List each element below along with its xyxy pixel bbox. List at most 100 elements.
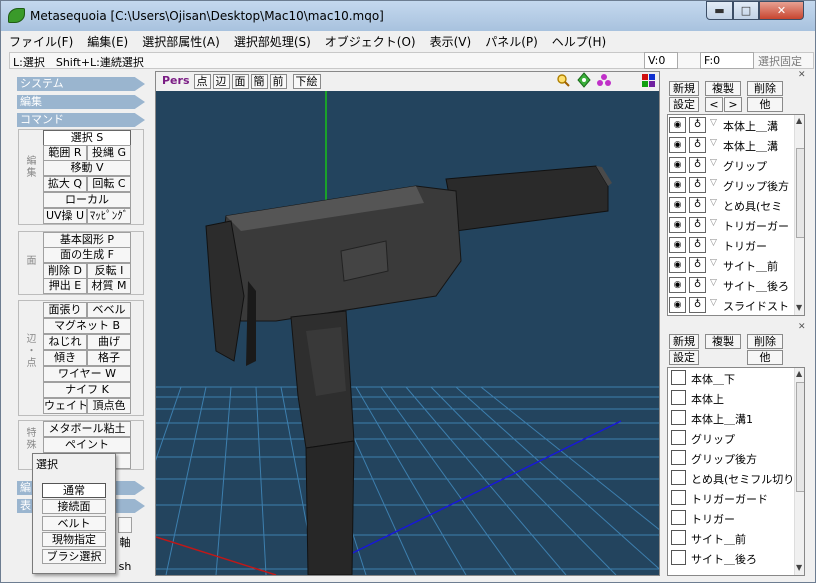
material-delete-button[interactable]: 削除 (747, 334, 783, 349)
lock-icon[interactable]: ♁ (689, 257, 706, 273)
scene-canvas[interactable] (156, 91, 659, 575)
menu-help[interactable]: ヘルプ(H) (545, 33, 613, 50)
material-list-scrollbar[interactable]: ▲ ▼ (794, 368, 804, 575)
rotate-view-icon[interactable] (597, 74, 611, 86)
select-mode-normal[interactable]: 通常 (42, 483, 106, 498)
material-row[interactable]: 本体上＿溝1 (668, 408, 795, 428)
minimize-button[interactable]: ▬ (706, 1, 733, 20)
visibility-eye-icon[interactable]: ◉ (669, 117, 686, 133)
select-mode-connected[interactable]: 接続面 (42, 499, 106, 514)
mapping-command-button[interactable]: ﾏｯﾋﾟﾝｸﾞ (87, 208, 131, 224)
material-row[interactable]: 本体上 (668, 388, 795, 408)
material-row[interactable]: とめ具(セミフル切り (668, 468, 795, 488)
perspective-label[interactable]: Pers (160, 74, 192, 89)
object-next-button[interactable]: > (724, 97, 742, 112)
expand-triangle-icon[interactable]: ▽ (710, 238, 717, 248)
material-checkbox[interactable] (671, 530, 686, 545)
underlay-button[interactable]: 下絵 (292, 74, 321, 89)
vertex-mode-button[interactable]: 点 (193, 74, 211, 89)
lock-icon[interactable]: ♁ (689, 277, 706, 293)
visibility-eye-icon[interactable]: ◉ (669, 217, 686, 233)
visibility-eye-icon[interactable]: ◉ (669, 297, 686, 313)
fixed-selection-toggle[interactable]: 選択固定 (758, 53, 802, 69)
lock-icon[interactable]: ♁ (689, 117, 706, 133)
lock-icon[interactable]: ♁ (689, 137, 706, 153)
lock-icon[interactable]: ♁ (689, 237, 706, 253)
weight-command-button[interactable]: ウェイト (43, 398, 87, 414)
expand-triangle-icon[interactable]: ▽ (710, 198, 717, 208)
magnet-command-button[interactable]: マグネット B (43, 318, 131, 334)
lock-icon[interactable]: ♁ (689, 197, 706, 213)
material-row[interactable]: グリップ後方 (668, 448, 795, 468)
object-row[interactable]: ◉ ♁ ▽ トリガーガー (668, 215, 795, 235)
visibility-eye-icon[interactable]: ◉ (669, 157, 686, 173)
vertex-color-command-button[interactable]: 頂点色 (87, 398, 131, 414)
material-checkbox[interactable] (671, 510, 686, 525)
object-settings-button[interactable]: 設定 (669, 97, 699, 112)
range-command-button[interactable]: 範囲 R (43, 145, 87, 161)
invert-command-button[interactable]: 反転 I (87, 263, 131, 279)
move-command-button[interactable]: 移動 V (43, 160, 131, 176)
wire-command-button[interactable]: ワイヤー W (43, 366, 131, 382)
primitive-command-button[interactable]: 基本図形 P (43, 232, 131, 248)
select-mode-direct[interactable]: 現物指定 (42, 532, 106, 547)
material-checkbox[interactable] (671, 410, 686, 425)
object-row[interactable]: ◉ ♁ ▽ グリップ (668, 155, 795, 175)
viewport-3d[interactable]: Pers 点 辺 面 簡 前 下絵 (155, 71, 660, 576)
scroll-down-icon[interactable]: ▼ (796, 303, 802, 312)
knife-command-button[interactable]: ナイフ K (43, 382, 131, 398)
face-mode-button[interactable]: 面 (231, 74, 249, 89)
expand-triangle-icon[interactable]: ▽ (710, 158, 717, 168)
object-delete-button[interactable]: 削除 (747, 81, 783, 96)
lock-icon[interactable]: ♁ (689, 157, 706, 173)
material-copy-button[interactable]: 複製 (705, 334, 741, 349)
option-box[interactable] (118, 517, 132, 533)
pan-icon[interactable] (577, 72, 591, 88)
material-checkbox[interactable] (671, 550, 686, 565)
title-bar[interactable]: Metasequoia [C:\Users\Ojisan\Desktop\Mac… (1, 1, 815, 31)
expand-triangle-icon[interactable]: ▽ (710, 278, 717, 288)
make-face-command-button[interactable]: 面の生成 F (43, 247, 131, 263)
object-new-button[interactable]: 新規 (669, 81, 699, 96)
menu-object[interactable]: オブジェクト(O) (318, 33, 423, 50)
material-checkbox[interactable] (671, 450, 686, 465)
section-command[interactable]: コマンド (17, 113, 145, 127)
select-command-button[interactable]: 選択 S (43, 130, 131, 146)
sh-option[interactable]: sh (116, 560, 134, 576)
menu-file[interactable]: ファイル(F) (2, 33, 80, 50)
expand-triangle-icon[interactable]: ▽ (710, 138, 717, 148)
object-row[interactable]: ◉ ♁ ▽ グリップ後方 (668, 175, 795, 195)
zoom-icon[interactable] (557, 74, 570, 87)
visibility-eye-icon[interactable]: ◉ (669, 197, 686, 213)
section-edit[interactable]: 編集 (17, 95, 145, 109)
object-row[interactable]: ◉ ♁ ▽ 本体上＿溝 (668, 115, 795, 135)
visibility-eye-icon[interactable]: ◉ (669, 237, 686, 253)
material-checkbox[interactable] (671, 490, 686, 505)
twist-command-button[interactable]: ねじれ (43, 334, 87, 350)
material-command-button[interactable]: 材質 M (87, 278, 131, 294)
rotate-command-button[interactable]: 回転 C (87, 176, 131, 192)
object-copy-button[interactable]: 複製 (705, 81, 741, 96)
menu-view[interactable]: 表示(V) (423, 33, 479, 50)
expand-triangle-icon[interactable]: ▽ (710, 178, 717, 188)
object-row[interactable]: ◉ ♁ ▽ トリガー (668, 235, 795, 255)
delete-command-button[interactable]: 削除 D (43, 263, 87, 279)
expand-triangle-icon[interactable]: ▽ (710, 218, 717, 228)
uv-command-button[interactable]: UV操 U (43, 208, 87, 224)
menu-edit[interactable]: 編集(E) (80, 33, 135, 50)
maximize-button[interactable]: □ (733, 1, 759, 20)
material-row[interactable]: サイト＿後ろ (668, 548, 795, 568)
material-row[interactable]: 本体＿下 (668, 368, 795, 388)
object-row[interactable]: ◉ ♁ ▽ とめ具(セミ (668, 195, 795, 215)
material-new-button[interactable]: 新規 (669, 334, 699, 349)
object-list-scrollbar[interactable]: ▲ ▼ (794, 115, 804, 315)
color-palette-icon[interactable] (642, 74, 655, 87)
edge-mode-button[interactable]: 辺 (212, 74, 230, 89)
object-other-button[interactable]: 他 (747, 97, 783, 112)
select-mode-brush[interactable]: ブラシ選択 (42, 549, 106, 564)
object-row[interactable]: ◉ ♁ ▽ サイト＿前 (668, 255, 795, 275)
material-checkbox[interactable] (671, 370, 686, 385)
expand-triangle-icon[interactable]: ▽ (710, 118, 717, 128)
scroll-down-icon[interactable]: ▼ (796, 563, 802, 572)
object-row[interactable]: ◉ ♁ ▽ サイト＿後ろ (668, 275, 795, 295)
